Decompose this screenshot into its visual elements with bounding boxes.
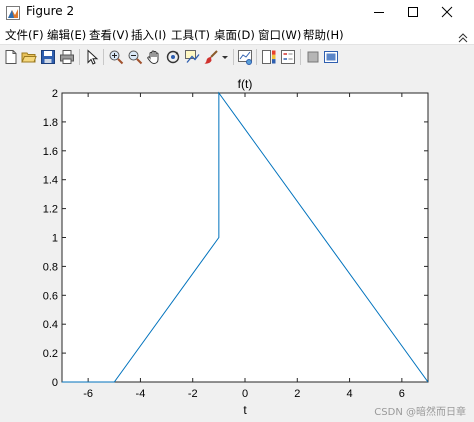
menu-view[interactable]: 查看(V) xyxy=(89,27,129,43)
y-tick-label: 1 xyxy=(52,233,58,245)
toolbar-separator xyxy=(256,49,257,65)
brush-icon[interactable] xyxy=(203,49,219,65)
x-tick-label: 0 xyxy=(242,388,248,400)
figure-toolbar xyxy=(0,44,474,70)
menu-window[interactable]: 窗口(W) xyxy=(258,27,301,43)
title-bar: Figure 2 xyxy=(0,0,474,24)
y-tick-label: 1.4 xyxy=(43,175,58,187)
new-figure-icon[interactable] xyxy=(3,49,19,65)
plot-area[interactable]: 0 0.2 0.4 0.6 0.8 1 1.2 1.4 1.6 1.8 2 -6 -4 -2 0 2 4 6 f… xyxy=(0,69,474,422)
x-tick-label: 4 xyxy=(347,388,353,400)
pointer-icon[interactable] xyxy=(84,49,100,65)
toolbar-separator xyxy=(233,49,234,65)
toolbar-separator xyxy=(300,49,301,65)
y-tick-label: 0.2 xyxy=(43,348,58,360)
show-plot-tools-icon[interactable] xyxy=(323,49,339,65)
menu-edit[interactable]: 编辑(E) xyxy=(47,27,86,43)
menu-insert[interactable]: 插入(I) xyxy=(131,27,166,43)
zoom-out-icon[interactable] xyxy=(127,49,143,65)
y-tick-label: 1.2 xyxy=(43,204,58,216)
y-tick-label: 0 xyxy=(52,377,58,389)
y-tick-label: 0.4 xyxy=(43,319,58,331)
save-icon[interactable] xyxy=(40,49,56,65)
window-title: Figure 2 xyxy=(26,4,75,18)
y-tick-label: 2 xyxy=(52,88,58,100)
x-tick-label: -2 xyxy=(188,388,198,400)
maximize-button[interactable] xyxy=(396,0,430,24)
toolbar-separator xyxy=(103,49,104,65)
legend-icon[interactable] xyxy=(280,49,296,65)
axes-box xyxy=(61,92,429,383)
menu-tools[interactable]: 工具(T) xyxy=(171,27,210,43)
x-axis-label: t xyxy=(243,403,247,417)
watermark-text: CSDN @暗然而日章 xyxy=(374,407,466,418)
data-cursor-icon[interactable] xyxy=(184,49,200,65)
toolbar-separator xyxy=(79,49,80,65)
figure-canvas: 0 0.2 0.4 0.6 0.8 1 1.2 1.4 1.6 1.8 2 -6 -4 -2 0 2 4 6 f… xyxy=(0,69,474,422)
zoom-in-icon[interactable] xyxy=(108,49,124,65)
matlab-figure-icon xyxy=(6,5,20,20)
y-tick-label: 0.6 xyxy=(43,290,58,302)
x-tick-label: -4 xyxy=(136,388,146,400)
link-plot-icon[interactable] xyxy=(237,49,253,65)
x-tick-label: 2 xyxy=(294,388,300,400)
colorbar-icon[interactable] xyxy=(261,49,277,65)
y-tick-label: 0.8 xyxy=(43,261,58,273)
x-tick-label: 6 xyxy=(399,388,405,400)
pan-hand-icon[interactable] xyxy=(146,49,162,65)
maximize-icon xyxy=(407,3,419,22)
menu-bar: 文件(F) 编辑(E) 查看(V) 插入(I) 工具(T) 桌面(D) 窗口(W… xyxy=(0,24,474,44)
hide-plot-tools-icon[interactable] xyxy=(305,49,321,65)
minimize-icon xyxy=(373,3,385,22)
rotate-3d-icon[interactable] xyxy=(165,49,181,65)
print-icon[interactable] xyxy=(59,49,75,65)
close-button[interactable] xyxy=(430,0,464,24)
dropdown-arrow-icon[interactable] xyxy=(220,49,230,65)
y-tick-label: 1.6 xyxy=(43,146,58,158)
menu-help[interactable]: 帮助(H) xyxy=(303,27,344,43)
x-tick-label: -6 xyxy=(83,388,93,400)
minimize-button[interactable] xyxy=(362,0,396,24)
chart-title: f(t) xyxy=(238,77,253,91)
close-icon xyxy=(441,3,453,22)
menu-desktop[interactable]: 桌面(D) xyxy=(214,27,255,43)
open-folder-icon[interactable] xyxy=(21,49,37,65)
menu-file[interactable]: 文件(F) xyxy=(5,27,44,43)
y-tick-label: 1.8 xyxy=(43,117,58,129)
